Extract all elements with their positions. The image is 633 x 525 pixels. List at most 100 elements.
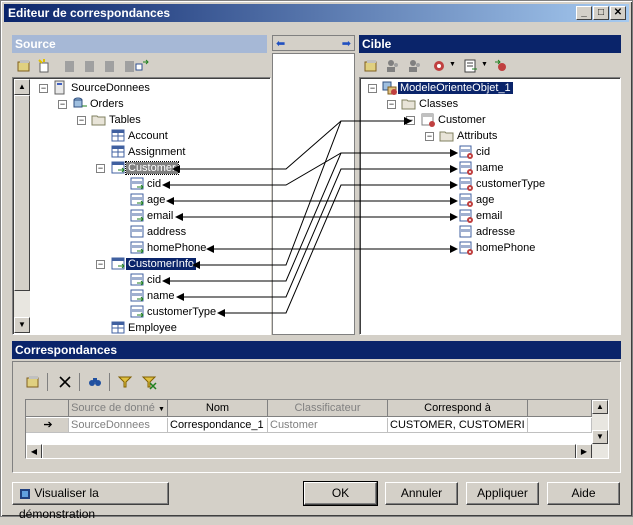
collapse-toggle[interactable]: −: [58, 100, 67, 109]
list-icon[interactable]: [463, 58, 479, 74]
column-icon: [130, 273, 144, 286]
column-header-label: Source de donné: [71, 402, 155, 414]
cancel-button[interactable]: Annuler: [385, 482, 458, 505]
mapping-editor-window: Editeur de correspondances _ □ ✕ Source …: [0, 0, 633, 521]
tree-node[interactable]: − Customer: [406, 112, 488, 128]
chevron-down-icon[interactable]: ▼: [481, 61, 488, 68]
delete-icon[interactable]: [57, 374, 73, 390]
attr-icon: [459, 145, 473, 159]
tree-node[interactable]: − CustomerInfo: [96, 256, 197, 272]
scroll-up-button[interactable]: ▲: [14, 79, 30, 95]
tree-node[interactable]: cid: [129, 176, 163, 192]
tree-node[interactable]: age: [458, 192, 496, 208]
mappings-grid[interactable]: Source de donné ▼ Nom Classificateur Cor…: [25, 399, 609, 459]
title-bar: Editeur de correspondances _ □ ✕: [4, 4, 629, 22]
scroll-right-button[interactable]: ▶: [576, 444, 592, 458]
target-toolbar: ▼ ▼: [359, 55, 621, 77]
table-icon: [111, 145, 125, 158]
tree-node[interactable]: cid: [129, 272, 163, 288]
scroll-down-button[interactable]: ▼: [14, 317, 30, 333]
collapse-toggle[interactable]: −: [425, 132, 434, 141]
attr-icon: [459, 193, 473, 207]
tool-disabled-icon: [65, 61, 74, 72]
tree-node[interactable]: customerType: [458, 176, 547, 192]
cell-classifier[interactable]: Customer: [268, 418, 388, 433]
tree-node[interactable]: Assignment: [110, 144, 187, 160]
properties-icon[interactable]: [16, 58, 32, 74]
grid-vscroll[interactable]: ▲ ▼: [592, 400, 608, 444]
scroll-up-button[interactable]: ▲: [592, 400, 608, 414]
tree-node[interactable]: email: [129, 208, 175, 224]
column-header[interactable]: Correspond à: [388, 400, 528, 417]
tree-node[interactable]: Employee: [110, 320, 179, 334]
demo-button[interactable]: Visualiser la démonstration: [12, 482, 169, 521]
collapse-toggle[interactable]: −: [406, 116, 415, 125]
cell-name[interactable]: Correspondance_1: [168, 418, 268, 433]
find-icon[interactable]: [87, 374, 103, 390]
filter-icon[interactable]: [431, 58, 447, 74]
tree-node[interactable]: − Tables: [77, 112, 143, 128]
filter-clear-icon[interactable]: [141, 374, 157, 390]
properties-icon[interactable]: [25, 374, 41, 390]
column-header: [528, 400, 592, 417]
collapse-toggle[interactable]: −: [96, 260, 105, 269]
properties-icon[interactable]: [363, 58, 379, 74]
tree-node[interactable]: − Orders: [58, 96, 126, 112]
find-mapping-icon[interactable]: [134, 58, 150, 74]
arrow-right-icon[interactable]: ➡: [342, 37, 351, 50]
cell-maps-to[interactable]: CUSTOMER, CUSTOMERI: [388, 418, 528, 433]
apply-button[interactable]: Appliquer: [466, 482, 539, 505]
filter-icon[interactable]: [117, 374, 133, 390]
chevron-down-icon[interactable]: ▼: [449, 61, 456, 68]
target-tree[interactable]: − ModeleOrienteObjet_1− Classes − Customer − A…: [359, 77, 621, 335]
grid-hscroll[interactable]: ◀ ▶: [26, 444, 608, 458]
source-header: Source: [12, 35, 267, 53]
collapse-toggle[interactable]: −: [39, 84, 48, 93]
maximize-button[interactable]: □: [593, 6, 609, 20]
minimize-button[interactable]: _: [576, 6, 592, 20]
scroll-left-button[interactable]: ◀: [26, 444, 42, 458]
close-button[interactable]: ✕: [610, 6, 626, 20]
tree-node[interactable]: homePhone: [458, 240, 537, 256]
link-area: [272, 53, 355, 335]
add-datasource-icon[interactable]: [36, 58, 52, 74]
scroll-thumb[interactable]: [14, 95, 30, 291]
dropdown-arrow-icon[interactable]: ▼: [158, 406, 165, 413]
tree-node[interactable]: name: [129, 288, 177, 304]
column-header-label: Classificateur: [294, 402, 361, 414]
tree-node[interactable]: age: [129, 192, 167, 208]
collapse-toggle[interactable]: −: [368, 84, 377, 93]
hscroll-thumb[interactable]: [42, 444, 576, 458]
tree-node[interactable]: name: [458, 160, 506, 176]
tree-node-label: email: [476, 210, 503, 222]
source-tree[interactable]: − SourceDonnees − Orders − Tables Account Assig…: [12, 77, 271, 335]
tree-node[interactable]: address: [129, 224, 188, 240]
tree-node[interactable]: email: [458, 208, 504, 224]
find-mapping-icon[interactable]: [493, 58, 509, 74]
tree-node[interactable]: homePhone: [129, 240, 208, 256]
tree-node[interactable]: − SourceDonnees: [39, 80, 152, 96]
arrow-left-icon[interactable]: ⬅: [276, 37, 285, 50]
tree-node[interactable]: Account: [110, 128, 170, 144]
tree-node[interactable]: cid: [458, 144, 492, 160]
cell-source[interactable]: SourceDonnees: [69, 418, 168, 433]
tree-node-label: email: [147, 210, 174, 222]
tree-node[interactable]: − Attributs: [425, 128, 499, 144]
help-button[interactable]: Aide: [547, 482, 620, 505]
column-header[interactable]: Nom: [168, 400, 268, 417]
column-header[interactable]: Classificateur: [268, 400, 388, 417]
scroll-down-button[interactable]: ▼: [592, 430, 608, 444]
collapse-toggle[interactable]: −: [77, 116, 86, 125]
tree-node[interactable]: − Classes: [387, 96, 460, 112]
collapse-toggle[interactable]: −: [96, 164, 105, 173]
column-header[interactable]: Source de donné ▼: [69, 400, 168, 417]
ok-button[interactable]: OK: [303, 481, 378, 506]
tree-node[interactable]: adresse: [458, 224, 517, 240]
column-icon: [130, 305, 144, 318]
collapse-toggle[interactable]: −: [387, 100, 396, 109]
tree-node[interactable]: − Customer: [96, 160, 179, 176]
tree-node[interactable]: − ModeleOrienteObjet_1: [368, 80, 513, 96]
source-scrollbar[interactable]: ▲ ▼: [14, 79, 30, 333]
tree-node[interactable]: customerType: [129, 304, 218, 320]
tree-node-label: name: [147, 290, 175, 302]
